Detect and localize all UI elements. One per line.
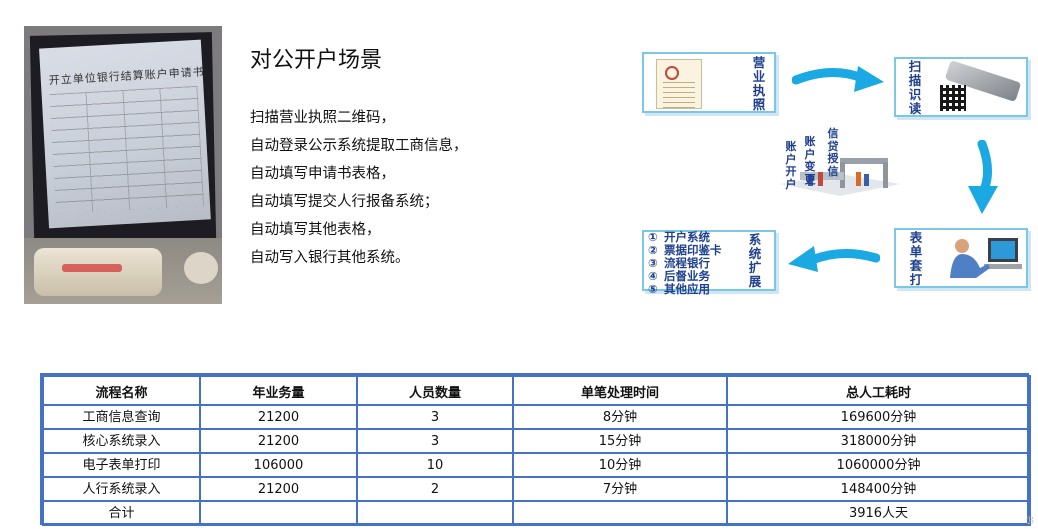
table-cell: 10分钟 <box>512 452 728 478</box>
table-row: 人行系统录入 21200 2 7分钟 148400分钟 <box>42 476 1031 502</box>
table-cell: 3 <box>356 428 514 454</box>
column-header: 流程名称 <box>42 375 201 406</box>
center-label-open: 账户开户 <box>785 140 797 191</box>
table-cell: 21200 <box>199 428 358 454</box>
table-cell: 21200 <box>199 476 358 502</box>
scan-photo: 开立单位银行结算账户申请书 <box>24 26 222 304</box>
table-cell: 169600分钟 <box>726 404 1031 430</box>
corner-mark: ℬ <box>1026 516 1034 527</box>
print-label: 表单套打 <box>909 230 923 287</box>
arrow-left-icon <box>788 246 880 272</box>
extend-item: ⑤ 其他应用 <box>648 282 710 296</box>
form-title: 开立单位银行结算账户申请书 <box>48 65 205 88</box>
arrow-right-icon <box>792 66 884 92</box>
table-cell: 2 <box>356 476 514 502</box>
scene-description: 扫描营业执照二维码， 自动登录公示系统提取工商信息， 自动填写申请书表格， 自动… <box>250 104 468 272</box>
scanner-port <box>62 264 122 272</box>
license-document-icon <box>656 59 702 112</box>
bank-counter-illustration <box>780 158 900 196</box>
print-box: 表单套打 <box>894 228 1028 288</box>
table-cell: 1060000分钟 <box>726 452 1031 478</box>
table-cell: 8分钟 <box>512 404 728 430</box>
table-cell: 10 <box>356 452 514 478</box>
form-grid <box>49 85 205 214</box>
table-cell <box>512 500 728 526</box>
center-label-change: 账户变更 <box>804 135 816 186</box>
table-cell: 148400分钟 <box>726 476 1031 502</box>
column-header: 总人工耗时 <box>726 375 1031 406</box>
table-cell: 21200 <box>199 404 358 430</box>
column-header: 年业务量 <box>199 375 358 406</box>
description-line: 自动填写申请书表格， <box>250 166 395 182</box>
arrow-down-icon <box>968 140 998 214</box>
table-total-row: 合计 3916人天 <box>42 500 1031 526</box>
table-cell: 106000 <box>199 452 358 478</box>
description-line: 自动填写提交人行报备系统； <box>250 194 439 210</box>
office-worker-icon <box>950 238 1022 278</box>
license-box: 营业执照 <box>642 52 776 113</box>
license-label: 营业执照 <box>752 55 766 112</box>
description-line: 自动登录公示系统提取工商信息， <box>250 138 468 154</box>
scanner-device <box>34 248 162 296</box>
table-cell: 7分钟 <box>512 476 728 502</box>
qr-code-icon <box>940 85 966 111</box>
monitor: 开立单位银行结算账户申请书 <box>29 32 217 242</box>
scan-box: 扫描识读 <box>894 57 1028 117</box>
table-row: 工商信息查询 21200 3 8分钟 169600分钟 <box>42 404 1031 430</box>
scan-label: 扫描识读 <box>908 59 922 116</box>
extend-box: ① 开户系统 ② 票据印鉴卡 ③ 流程银行 ④ 后督业务 ⑤ 其他应用 系统扩展 <box>642 230 776 296</box>
table-cell: 电子表单打印 <box>42 452 201 478</box>
table-cell: 3916人天 <box>726 500 1031 526</box>
table-header-row: 流程名称 年业务量 人员数量 单笔处理时间 总人工耗时 <box>42 375 1031 406</box>
description-line: 自动填写其他表格， <box>250 222 381 238</box>
table-cell: 核心系统录入 <box>42 428 201 454</box>
table-cell: 人行系统录入 <box>42 476 201 502</box>
desk-object <box>184 252 218 284</box>
table-cell: 工商信息查询 <box>42 404 201 430</box>
description-line: 自动写入银行其他系统。 <box>250 250 410 266</box>
statistics-table: 流程名称 年业务量 人员数量 单笔处理时间 总人工耗时 工商信息查询 21200… <box>40 373 1031 526</box>
table-cell <box>199 500 358 526</box>
description-line: 扫描营业执照二维码， <box>250 110 395 126</box>
table-cell: 15分钟 <box>512 428 728 454</box>
table-cell <box>356 500 514 526</box>
table-cell: 合计 <box>42 500 201 526</box>
table-row: 核心系统录入 21200 3 15分钟 318000分钟 <box>42 428 1031 454</box>
extend-label: 系统扩展 <box>748 232 762 289</box>
application-form-on-screen: 开立单位银行结算账户申请书 <box>39 39 211 229</box>
table-cell: 318000分钟 <box>726 428 1031 454</box>
column-header: 人员数量 <box>356 375 514 406</box>
scene-title: 对公开户场景 <box>250 48 383 73</box>
column-header: 单笔处理时间 <box>512 375 728 406</box>
table-row: 电子表单打印 106000 10 10分钟 1060000分钟 <box>42 452 1031 478</box>
center-label-credit: 信贷授信 <box>827 127 839 178</box>
table-cell: 3 <box>356 404 514 430</box>
